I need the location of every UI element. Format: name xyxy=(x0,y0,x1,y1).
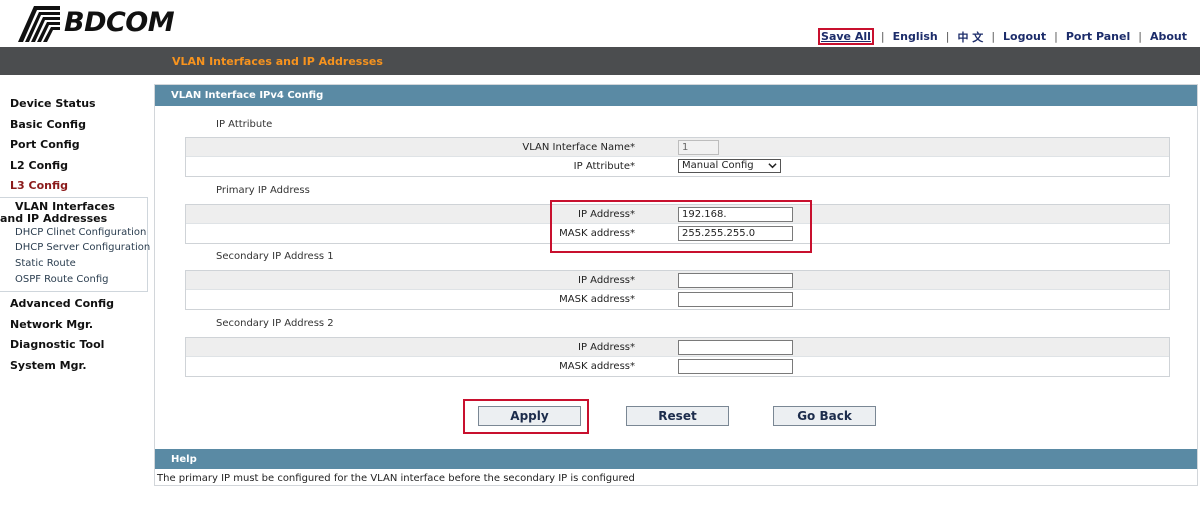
top-links: Save All | English | 中 文 | Logout | Port… xyxy=(818,28,1188,45)
secondary1-ip-label: IP Address* xyxy=(578,275,635,286)
sidebar-item-basic-config[interactable]: Basic Config xyxy=(0,117,148,138)
sidebar-item-l2-config[interactable]: L2 Config xyxy=(0,158,148,179)
logout-link[interactable]: Logout xyxy=(1002,30,1047,43)
port-panel-link[interactable]: Port Panel xyxy=(1065,30,1131,43)
english-link[interactable]: English xyxy=(892,30,939,43)
chevron-down-icon xyxy=(768,163,777,169)
help-header: Help xyxy=(155,449,1197,469)
section-secondary-ip-1: Secondary IP Address 1 xyxy=(216,251,334,262)
sidebar-item-diagnostic-tool[interactable]: Diagnostic Tool xyxy=(0,337,148,358)
ip-attribute-selected: Manual Config xyxy=(682,160,754,171)
ip-attribute-select[interactable]: Manual Config xyxy=(678,159,781,173)
link-separator: | xyxy=(1054,30,1058,43)
chinese-link[interactable]: 中 文 xyxy=(956,29,984,45)
vlan-interface-name-field xyxy=(678,140,719,155)
secondary2-ip-label: IP Address* xyxy=(578,342,635,353)
secondary2-ip-input[interactable] xyxy=(678,340,793,355)
secondary1-mask-label: MASK address* xyxy=(559,294,635,305)
sidebar-item-network-mgr[interactable]: Network Mgr. xyxy=(0,317,148,338)
section-primary-ip: Primary IP Address xyxy=(216,185,310,196)
bdcom-logo: BDCOM xyxy=(14,4,175,44)
logo-mark-icon xyxy=(18,6,60,42)
page: BDCOM Save All | English | 中 文 | Logout … xyxy=(0,0,1200,511)
form-row: MASK address* xyxy=(186,357,1169,376)
link-separator: | xyxy=(991,30,996,43)
primary-ip-highlight xyxy=(550,200,812,253)
ip-attribute-table: VLAN Interface Name* IP Attribute* Manua… xyxy=(185,137,1170,177)
sidebar-item-system-mgr[interactable]: System Mgr. xyxy=(0,358,148,379)
section-ip-attribute: IP Attribute xyxy=(216,119,273,130)
section-secondary-ip-2: Secondary IP Address 2 xyxy=(216,318,334,329)
submenu-item-ospf-route[interactable]: OSPF Route Config xyxy=(0,272,147,288)
about-link[interactable]: About xyxy=(1149,30,1188,43)
ip-attribute-label: IP Attribute* xyxy=(573,161,635,172)
sidebar: Device Status Basic Config Port Config L… xyxy=(0,96,150,379)
panel-title: VLAN Interface IPv4 Config xyxy=(171,90,324,101)
panel-header: VLAN Interface IPv4 Config xyxy=(155,85,1197,106)
sidebar-item-l3-config[interactable]: L3 Config xyxy=(0,178,148,199)
reset-button[interactable]: Reset xyxy=(626,406,729,426)
form-row: IP Address* xyxy=(186,271,1169,290)
form-row: MASK address* xyxy=(186,290,1169,309)
secondary1-ip-input[interactable] xyxy=(678,273,793,288)
vlan-interface-name-label: VLAN Interface Name* xyxy=(522,142,635,153)
sidebar-submenu: VLAN Interfaces and IP Addresses DHCP Cl… xyxy=(0,196,150,293)
secondary1-mask-input[interactable] xyxy=(678,292,793,307)
link-separator: | xyxy=(1138,30,1142,43)
submenu-item-dhcp-client[interactable]: DHCP Clinet Configuration xyxy=(0,225,147,241)
secondary2-mask-label: MASK address* xyxy=(559,361,635,372)
secondary2-mask-input[interactable] xyxy=(678,359,793,374)
link-separator: | xyxy=(880,30,885,43)
submenu-item-static-route[interactable]: Static Route xyxy=(0,256,147,272)
config-panel: VLAN Interface IPv4 Config IP Attribute … xyxy=(154,84,1198,486)
help-title: Help xyxy=(171,454,197,465)
link-separator: | xyxy=(945,30,950,43)
submenu-item-vlan-interfaces[interactable]: VLAN Interfaces and IP Addresses xyxy=(0,200,140,225)
go-back-button[interactable]: Go Back xyxy=(773,406,876,426)
secondary-ip-2-table: IP Address* MASK address* xyxy=(185,337,1170,377)
submenu-item-dhcp-server[interactable]: DHCP Server Configuration xyxy=(0,240,150,256)
secondary-ip-1-table: IP Address* MASK address* xyxy=(185,270,1170,310)
logo-text: BDCOM xyxy=(64,7,175,38)
sidebar-item-advanced-config[interactable]: Advanced Config xyxy=(0,296,148,317)
sidebar-item-device-status[interactable]: Device Status xyxy=(0,96,148,117)
help-text: The primary IP must be configured for th… xyxy=(157,473,635,484)
sidebar-item-port-config[interactable]: Port Config xyxy=(0,137,148,158)
form-row: IP Address* xyxy=(186,338,1169,357)
form-row: VLAN Interface Name* xyxy=(186,138,1169,157)
form-row: IP Attribute* Manual Config xyxy=(186,157,1169,176)
header-bar: VLAN Interfaces and IP Addresses xyxy=(0,47,1200,75)
save-all-link[interactable]: Save All xyxy=(818,28,874,45)
apply-button-highlight xyxy=(463,399,589,434)
page-title: VLAN Interfaces and IP Addresses xyxy=(172,55,383,68)
